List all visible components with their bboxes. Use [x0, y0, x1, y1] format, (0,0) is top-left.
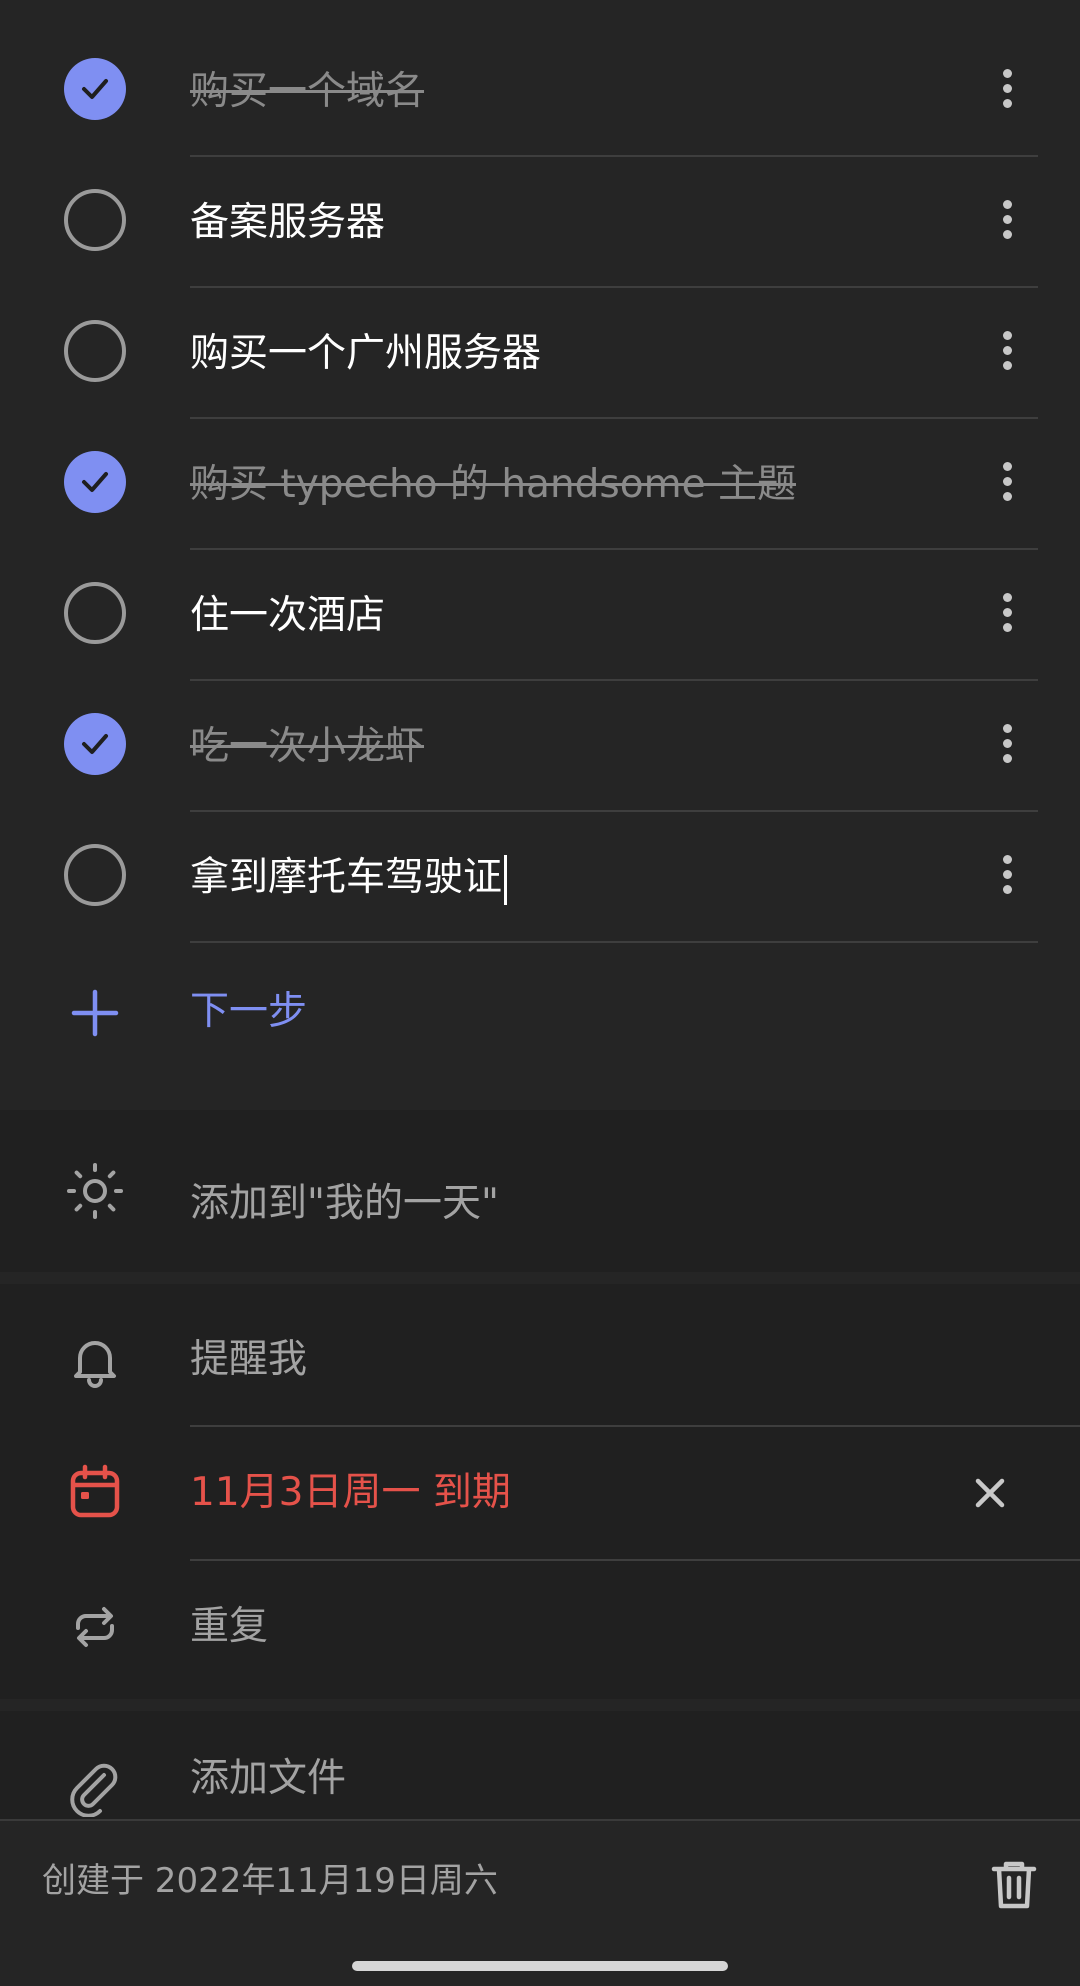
paperclip-icon — [70, 1763, 118, 1817]
due-date-button[interactable]: 11月3日周一 到期 — [0, 1427, 1080, 1559]
repeat-label: 重复 — [190, 1604, 269, 1649]
plus-icon — [71, 989, 119, 1037]
close-icon[interactable] — [970, 1473, 1010, 1513]
step-checkbox-checked[interactable] — [64, 451, 126, 513]
remind-me-button[interactable]: 提醒我 — [0, 1296, 1080, 1424]
calendar-icon — [70, 1464, 120, 1518]
more-vertical-icon[interactable] — [990, 850, 1024, 906]
step-label[interactable]: 购买一个域名 — [190, 26, 424, 157]
add-file-button[interactable]: 添加文件 — [0, 1711, 1080, 1819]
due-date-label: 11月3日周一 到期 — [190, 1470, 511, 1515]
step-item[interactable]: 购买 typecho 的 handsome 主题 — [0, 419, 1080, 550]
steps-list: 购买一个域名 备案服务器 购买一个广州服务器 购买 typecho 的 hand… — [0, 0, 1080, 1110]
add-step-button[interactable]: 下一步 — [0, 946, 1080, 1077]
created-date: 创建于 2022年11月19日周六 — [42, 1861, 498, 1901]
add-to-my-day-button[interactable]: 添加到"我的一天" — [0, 1110, 1080, 1272]
add-to-my-day-label: 添加到"我的一天" — [190, 1181, 499, 1226]
repeat-button[interactable]: 重复 — [0, 1561, 1080, 1693]
step-checkbox-checked[interactable] — [64, 713, 126, 775]
step-checkbox-checked[interactable] — [64, 58, 126, 120]
step-item[interactable]: 吃一次小龙虾 — [0, 681, 1080, 812]
check-icon — [82, 472, 108, 492]
step-item[interactable]: 购买一个域名 — [0, 26, 1080, 157]
step-item[interactable]: 拿到摩托车驾驶证 — [0, 812, 1080, 943]
more-vertical-icon[interactable] — [990, 64, 1024, 120]
more-vertical-icon[interactable] — [990, 719, 1024, 775]
home-indicator[interactable] — [352, 1961, 728, 1971]
text-cursor — [504, 854, 508, 905]
footer: 创建于 2022年11月19日周六 — [0, 1819, 1080, 1986]
bell-icon — [74, 1341, 116, 1388]
step-label[interactable]: 住一次酒店 — [190, 550, 385, 681]
check-icon — [82, 79, 108, 99]
step-item[interactable]: 购买一个广州服务器 — [0, 288, 1080, 419]
step-label[interactable]: 购买 typecho 的 handsome 主题 — [190, 419, 796, 550]
step-item[interactable]: 备案服务器 — [0, 157, 1080, 288]
repeat-icon — [76, 1607, 114, 1647]
step-label[interactable]: 吃一次小龙虾 — [190, 681, 424, 812]
trash-icon[interactable] — [990, 1859, 1038, 1911]
add-file-label: 添加文件 — [190, 1756, 347, 1801]
remind-me-label: 提醒我 — [190, 1337, 308, 1382]
more-vertical-icon[interactable] — [990, 195, 1024, 251]
step-label[interactable]: 备案服务器 — [190, 157, 385, 288]
step-checkbox[interactable] — [64, 844, 126, 906]
step-label[interactable]: 购买一个广州服务器 — [190, 288, 541, 419]
add-step-label: 下一步 — [190, 989, 308, 1034]
step-item[interactable]: 住一次酒店 — [0, 550, 1080, 681]
sun-icon — [67, 1163, 123, 1219]
more-vertical-icon[interactable] — [990, 588, 1024, 644]
step-checkbox[interactable] — [64, 582, 126, 644]
step-label-editing[interactable]: 拿到摩托车驾驶证 — [190, 812, 508, 943]
step-checkbox[interactable] — [64, 189, 126, 251]
step-checkbox[interactable] — [64, 320, 126, 382]
step-label-text[interactable]: 拿到摩托车驾驶证 — [190, 855, 502, 900]
more-vertical-icon[interactable] — [990, 326, 1024, 382]
more-vertical-icon[interactable] — [990, 457, 1024, 513]
divider — [190, 941, 1038, 943]
check-icon — [82, 734, 108, 754]
